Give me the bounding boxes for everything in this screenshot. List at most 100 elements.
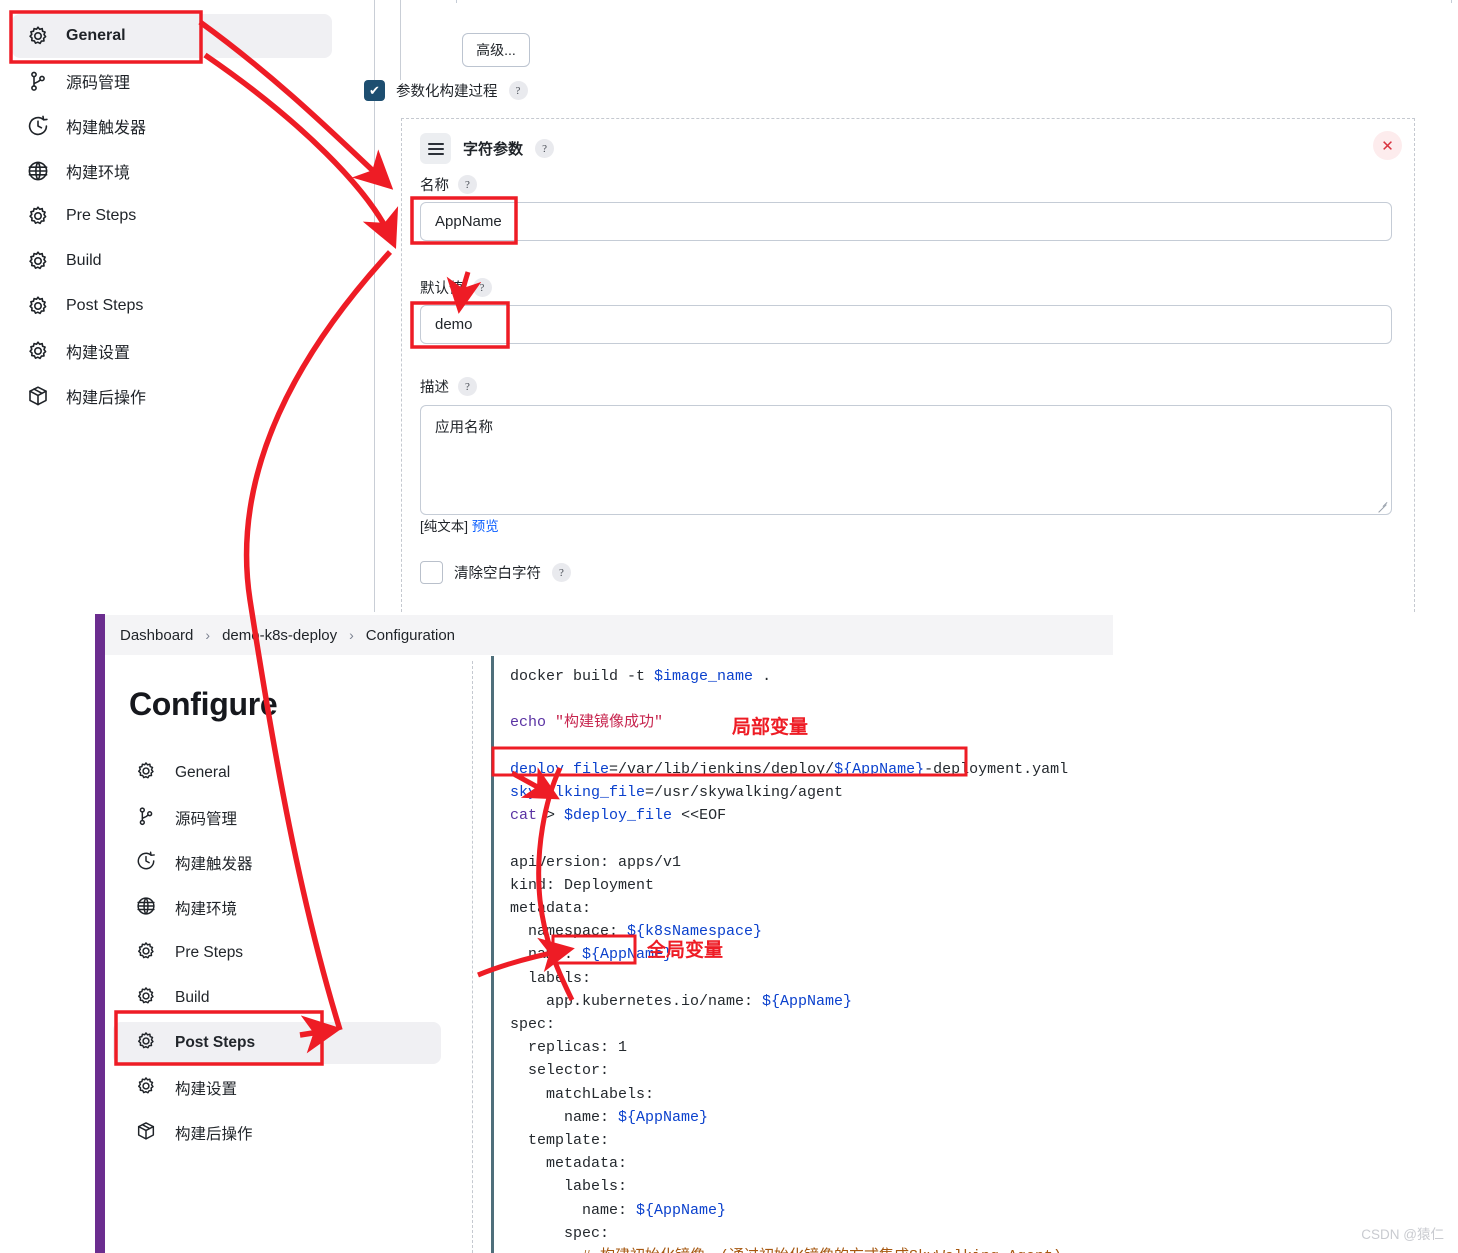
sidebar-item-构建设置[interactable]: 构建设置 — [12, 329, 332, 373]
gear-icon — [26, 294, 50, 318]
sidebar-item-label: 构建触发器 — [66, 120, 147, 137]
parameterized-build-checkbox-row: ✔ 参数化构建过程 ? — [364, 80, 528, 101]
panel-title: 字符参数 — [463, 141, 524, 158]
git-branch-icon — [135, 805, 157, 832]
bottom-sidebar-item-post-steps[interactable]: Post Steps — [113, 1022, 441, 1064]
help-icon[interactable]: ? — [472, 278, 492, 297]
sidebar-item-label: 源码管理 — [66, 75, 131, 92]
default-value-input[interactable]: demo — [420, 305, 1392, 344]
breadcrumb-item-demo-k8s-deploy[interactable]: demo-k8s-deploy — [222, 627, 337, 644]
sidebar-item-label: 构建设置 — [66, 345, 131, 362]
bottom-sidebar-item-label: Pre Steps — [175, 944, 244, 961]
package-icon — [26, 384, 50, 408]
preview-link[interactable]: 预览 — [472, 519, 499, 534]
help-icon[interactable]: ? — [508, 81, 528, 100]
bottom-sidebar-item-label: 构建触发器 — [175, 856, 253, 873]
sidebar-item-pre-steps[interactable]: Pre Steps — [12, 194, 332, 238]
globe-icon — [26, 159, 50, 183]
help-icon[interactable]: ? — [552, 563, 571, 582]
bottom-window: Dashboard › demo-k8s-deploy › Configuration … — [95, 614, 1458, 1253]
description-textarea[interactable]: 应用名称 — [420, 405, 1392, 515]
sidebar-item-label: Post Steps — [66, 297, 144, 314]
bottom-sidebar-item-label: 源码管理 — [175, 811, 238, 828]
top-window-sidebar: General 源码管理 构建触发器 构建环境 Pre Steps Build … — [0, 0, 375, 612]
bottom-sidebar-item-label: General — [175, 764, 231, 781]
sidebar-item-label: Build — [66, 252, 102, 269]
bottom-sidebar-item-label: 构建设置 — [175, 1081, 238, 1098]
gear-icon — [26, 24, 50, 48]
gear-icon — [135, 940, 157, 967]
bottom-sidebar-item-general[interactable]: General — [113, 752, 441, 794]
gear-icon — [26, 204, 50, 228]
script-code-editor[interactable]: docker build -t $image_name . echo "构建镜像… — [491, 656, 1458, 1253]
default-field-label-row: 默认值 ? — [420, 277, 492, 298]
bottom-sidebar-item-构建后操作[interactable]: 构建后操作 — [113, 1112, 441, 1154]
gear-icon — [135, 1030, 157, 1057]
name-input[interactable]: AppName — [420, 202, 1392, 241]
markup-type-note: [纯文本] — [420, 519, 469, 534]
description-field-label-row: 描述 ? — [420, 376, 477, 397]
accent-bar — [95, 614, 105, 1253]
trim-whitespace-label: 清除空白字符 — [454, 566, 541, 582]
close-icon[interactable]: ✕ — [1373, 131, 1402, 160]
sidebar-item-label: 构建后操作 — [66, 390, 147, 407]
sidebar-item-label: 构建环境 — [66, 165, 131, 182]
form-divider — [400, 0, 401, 80]
breadcrumb: Dashboard › demo-k8s-deploy › Configuration — [105, 615, 1113, 655]
package-icon — [135, 1120, 157, 1147]
watermark: CSDN @猿仁 — [1361, 1227, 1444, 1242]
bottom-sidebar-item-构建触发器[interactable]: 构建触发器 — [113, 842, 441, 884]
sidebar-item-build[interactable]: Build — [12, 239, 332, 283]
bottom-sidebar-item-build[interactable]: Build — [113, 977, 441, 1019]
bottom-sidebar-item-构建设置[interactable]: 构建设置 — [113, 1067, 441, 1109]
help-icon[interactable]: ? — [458, 175, 477, 194]
drag-handle-icon[interactable] — [420, 133, 451, 164]
trim-whitespace-checkbox[interactable] — [420, 561, 443, 584]
clock-icon — [26, 114, 50, 138]
bottom-sidebar-item-label: Post Steps — [175, 1034, 256, 1051]
description-field-label: 描述 — [420, 380, 449, 396]
sidebar-item-源码管理[interactable]: 源码管理 — [12, 59, 332, 103]
preview-row: [纯文本] 预览 — [420, 515, 499, 535]
clock-icon — [135, 850, 157, 877]
bottom-sidebar-item-label: 构建环境 — [175, 901, 238, 918]
breadcrumb-item-configuration[interactable]: Configuration — [366, 627, 455, 644]
advanced-button[interactable]: 高级... — [462, 33, 530, 67]
gear-icon — [135, 1075, 157, 1102]
bottom-sidebar-item-构建环境[interactable]: 构建环境 — [113, 887, 441, 929]
globe-icon — [135, 895, 157, 922]
sidebar-item-构建后操作[interactable]: 构建后操作 — [12, 374, 332, 418]
gear-icon — [135, 760, 157, 787]
previous-field-stub — [456, 0, 1452, 3]
sidebar-item-构建触发器[interactable]: 构建触发器 — [12, 104, 332, 148]
sidebar-item-general[interactable]: General — [12, 14, 332, 58]
string-parameter-panel: 字符参数 ? ✕ 名称 ? AppName 默认值 ? demo 描述 ? 应用… — [401, 118, 1415, 612]
gear-icon — [135, 985, 157, 1012]
content-dashed-divider — [472, 661, 473, 1253]
bottom-sidebar-item-源码管理[interactable]: 源码管理 — [113, 797, 441, 839]
sidebar-item-label: General — [66, 27, 126, 44]
panel-header: 字符参数 ? — [420, 133, 555, 164]
name-field-label-row: 名称 ? — [420, 174, 477, 195]
gear-icon — [26, 249, 50, 273]
sidebar-item-label: Pre Steps — [66, 207, 137, 224]
bottom-sidebar-item-label: 构建后操作 — [175, 1126, 253, 1143]
help-icon[interactable]: ? — [535, 139, 555, 158]
breadcrumb-separator: › — [205, 627, 211, 643]
breadcrumb-item-dashboard[interactable]: Dashboard — [120, 627, 193, 644]
sidebar-item-post-steps[interactable]: Post Steps — [12, 284, 332, 328]
default-field-label: 默认值 — [420, 281, 464, 297]
breadcrumb-separator: › — [349, 627, 354, 643]
parameterized-build-label: 参数化构建过程 — [396, 84, 498, 100]
sidebar-item-构建环境[interactable]: 构建环境 — [12, 149, 332, 193]
help-icon[interactable]: ? — [458, 377, 477, 396]
parameterized-build-checkbox[interactable]: ✔ — [364, 80, 385, 101]
trim-whitespace-row: 清除空白字符 ? — [420, 561, 571, 584]
bottom-sidebar-item-label: Build — [175, 989, 210, 1006]
page-title: Configure — [129, 686, 278, 722]
code-content: docker build -t $image_name . echo "构建镜像… — [510, 668, 1069, 1253]
resize-grip-icon[interactable] — [1376, 500, 1388, 512]
name-field-label: 名称 — [420, 178, 449, 194]
gear-icon — [26, 339, 50, 363]
bottom-sidebar-item-pre-steps[interactable]: Pre Steps — [113, 932, 441, 974]
